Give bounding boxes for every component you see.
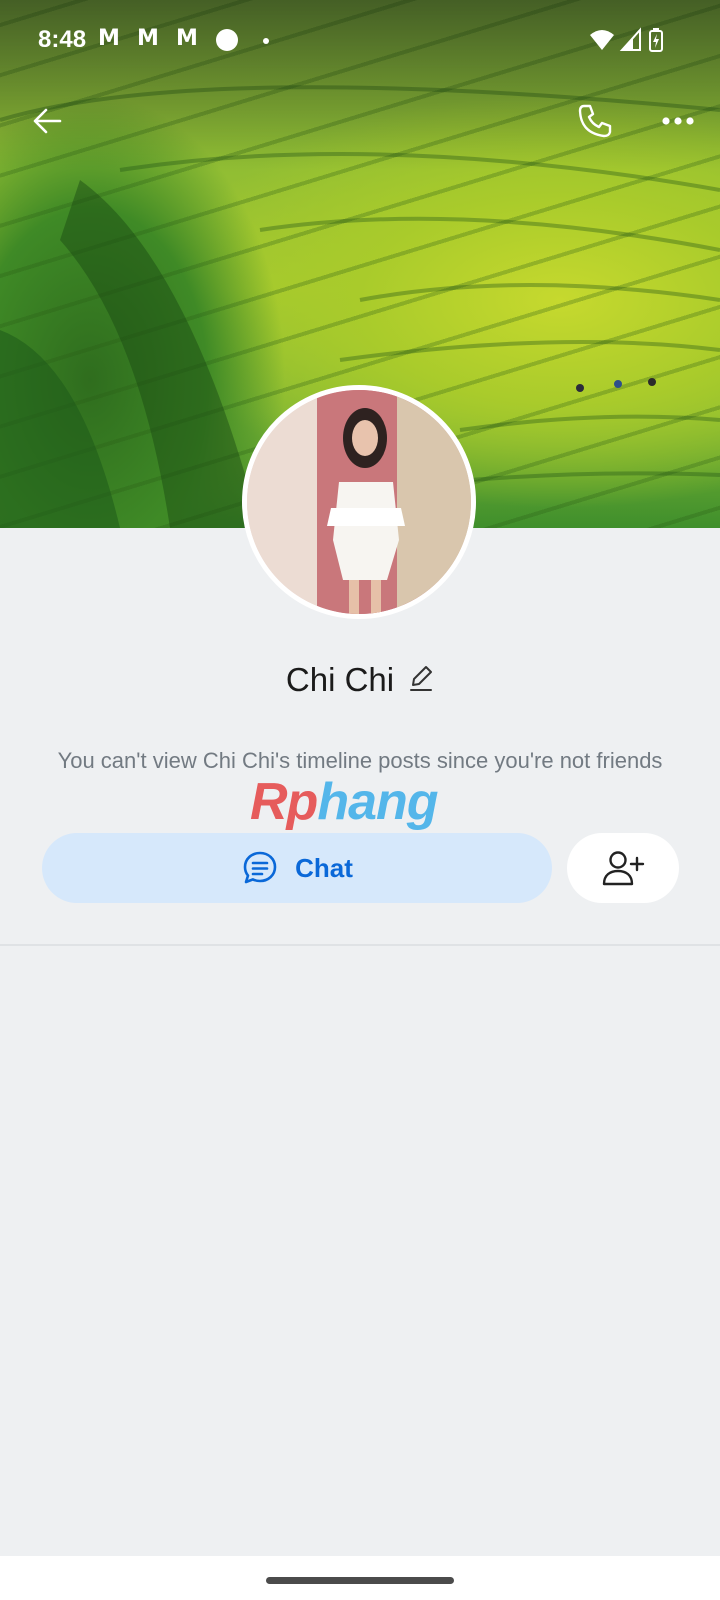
record-dot-icon: [216, 29, 238, 51]
edit-name-button[interactable]: [408, 664, 434, 697]
chat-label: Chat: [295, 852, 353, 883]
add-friend-button[interactable]: [567, 833, 679, 903]
avatar-photo: [247, 390, 471, 614]
watermark-text-a: Rp: [250, 773, 318, 831]
back-button[interactable]: [30, 103, 66, 144]
signal-icon: [619, 27, 641, 51]
status-bar: 8:48 M M M: [0, 0, 720, 80]
call-button[interactable]: [575, 101, 615, 146]
battery-charging-icon: [649, 28, 663, 52]
gmail-icon: M: [98, 26, 120, 51]
arrow-left-icon: [33, 108, 62, 134]
profile-name: Chi Chi: [285, 661, 395, 698]
gmail-icon: M: [176, 26, 198, 51]
more-dot-icon: [263, 38, 269, 44]
pencil-icon: [410, 665, 433, 691]
watermark-text-b: hang: [317, 773, 438, 831]
divider: [0, 944, 720, 946]
wifi-icon: [590, 30, 614, 50]
chat-button[interactable]: Chat: [42, 833, 552, 903]
phone-icon: [578, 104, 612, 138]
add-user-icon: [602, 851, 645, 886]
chat-bubble-icon: [243, 851, 277, 884]
system-status-icons: [590, 27, 663, 52]
more-options-button[interactable]: [661, 108, 695, 139]
watermark-logo: Rphang: [250, 772, 470, 832]
profile-name-row: Chi Chi: [0, 655, 720, 705]
status-time: 8:48: [38, 26, 87, 53]
gmail-icon: M: [137, 26, 159, 51]
home-indicator[interactable]: [266, 1577, 454, 1584]
more-horizontal-icon: [662, 117, 694, 125]
avatar[interactable]: [242, 385, 476, 619]
